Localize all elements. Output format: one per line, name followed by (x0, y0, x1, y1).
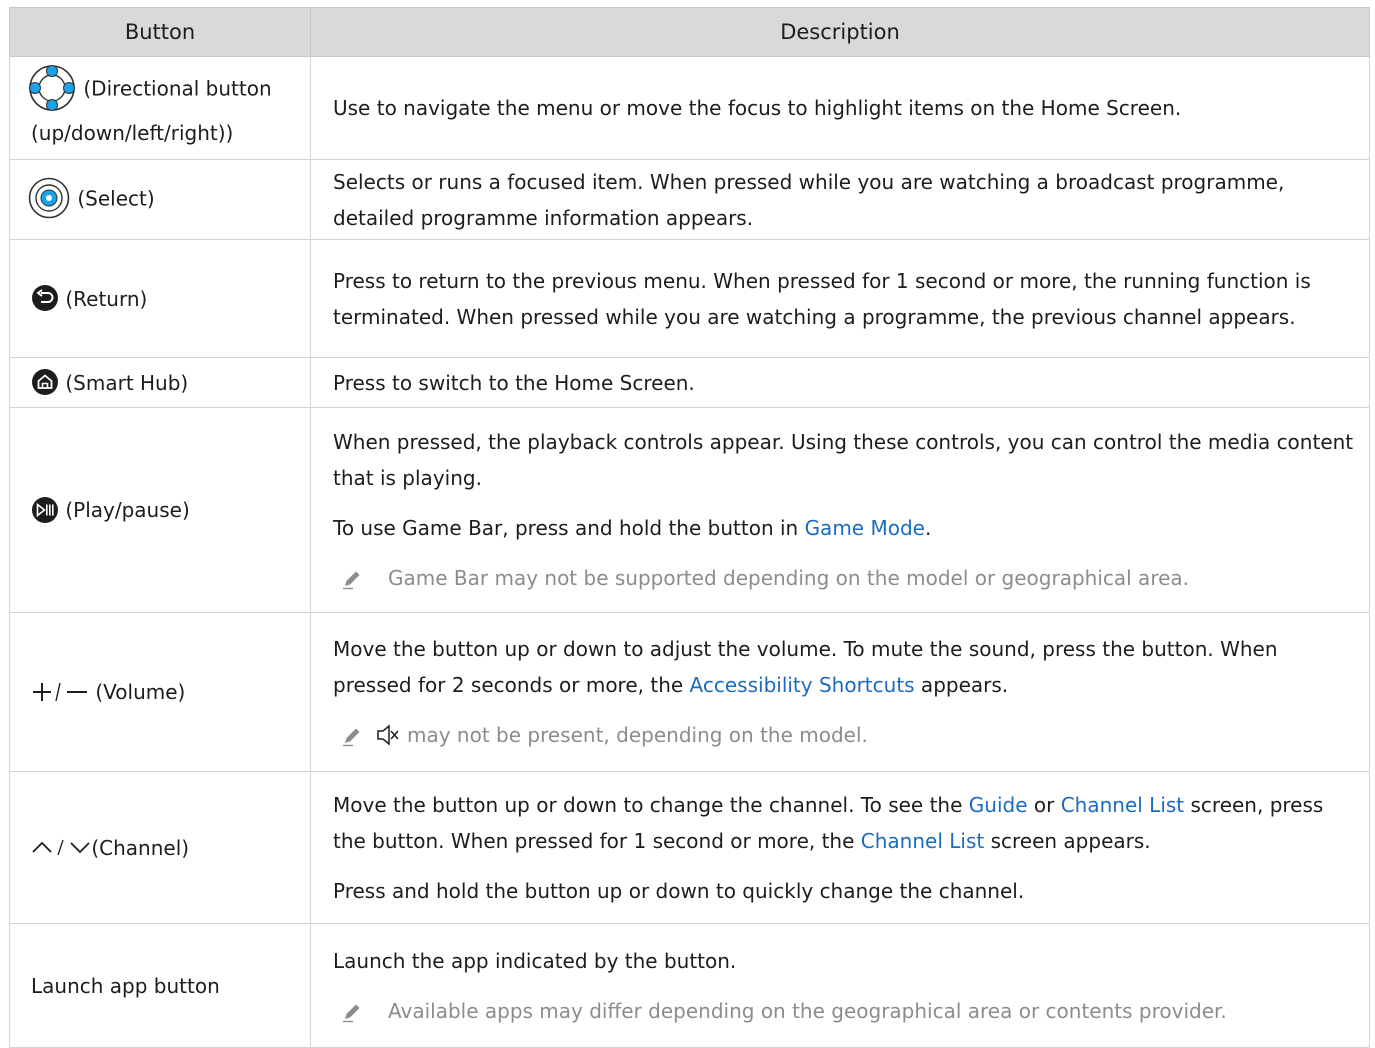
description-text-2: Press and hold the button up or down to … (333, 878, 1025, 903)
table-row: (Volume) Move the button up or down to a… (9, 612, 1370, 772)
button-label: (Channel) (91, 835, 190, 860)
button-label: (Smart Hub) (65, 370, 189, 395)
button-cell: (Channel) (9, 771, 311, 924)
description-cell: Press to switch to the Home Screen. (310, 357, 1370, 408)
note-text: may not be present, depending on the mod… (407, 723, 868, 747)
pencil-icon (341, 1001, 363, 1023)
channel-list-link[interactable]: Channel List (861, 829, 984, 853)
channel-up-down-icon (31, 837, 97, 857)
description-text-2: To use Game Bar, press and hold the butt… (333, 510, 1355, 546)
description-cell: Press to return to the previous menu. Wh… (310, 239, 1370, 358)
note-text: Available apps may differ depending on t… (388, 998, 1227, 1023)
description-text: Press to switch to the Home Screen. (333, 370, 695, 395)
button-label-continued: (up/down/left/right)) (31, 121, 234, 145)
button-label: (Volume) (95, 680, 186, 704)
button-label: (Select) (77, 186, 155, 210)
table-row: (Directional button (up/down/left/right)… (9, 56, 1370, 160)
description-cell: Use to navigate the menu or move the foc… (310, 56, 1370, 160)
play-pause-icon (31, 496, 59, 524)
table-row: (Select) Selects or runs a focused item.… (9, 159, 1370, 240)
button-cell: (Directional button (up/down/left/right)… (9, 56, 311, 160)
table-row: (Smart Hub) Press to switch to the Home … (9, 357, 1370, 408)
description-text: Move the button up or down to adjust the… (333, 631, 1355, 703)
description-text: Move the button up or down to change the… (333, 787, 1355, 859)
note: may not be present, depending on the mod… (333, 717, 1355, 753)
table-row: (Return) Press to return to the previous… (9, 239, 1370, 358)
table-row: (Channel) Move the button up or down to … (9, 771, 1370, 924)
button-cell: (Return) (9, 239, 311, 358)
description-text: Press to return to the previous menu. Wh… (333, 268, 1311, 329)
description-cell: When pressed, the playback controls appe… (310, 407, 1370, 613)
description-text-part: To use Game Bar, press and hold the butt… (333, 516, 805, 540)
button-cell: (Play/pause) (9, 407, 311, 613)
game-mode-link[interactable]: Game Mode (805, 516, 925, 540)
pencil-icon (341, 568, 363, 590)
description-cell: Launch the app indicated by the button. … (310, 923, 1370, 1048)
description-text-part: Move the button up or down to change the… (333, 792, 969, 817)
table-header-row: Button Description (9, 7, 1370, 57)
table-row: (Play/pause) When pressed, the playback … (9, 407, 1370, 613)
description-text: When pressed, the playback controls appe… (333, 430, 1354, 490)
button-cell: Launch app button (9, 923, 311, 1048)
description-text: Use to navigate the menu or move the foc… (333, 96, 1182, 120)
volume-plus-minus-icon (31, 681, 89, 703)
button-label: (Directional button (83, 76, 272, 101)
mute-icon (375, 723, 401, 747)
remote-buttons-table: Button Description (Directional button (… (9, 7, 1370, 1048)
button-cell: (Smart Hub) (9, 357, 311, 408)
description-cell: Move the button up or down to change the… (310, 771, 1370, 924)
button-label: (Play/pause) (65, 498, 190, 522)
note: Game Bar may not be supported depending … (333, 560, 1355, 596)
button-cell: (Select) (9, 159, 311, 240)
note: Available apps may differ depending on t… (333, 993, 1355, 1029)
guide-link[interactable]: Guide (969, 793, 1028, 817)
description-text: Selects or runs a focused item. When pre… (333, 169, 1285, 230)
description-cell: Selects or runs a focused item. When pre… (310, 159, 1370, 240)
home-icon (31, 368, 59, 396)
description-text-part: screen appears. (984, 828, 1151, 853)
accessibility-shortcuts-link[interactable]: Accessibility Shortcuts (690, 673, 915, 697)
description-cell: Move the button up or down to adjust the… (310, 612, 1370, 772)
button-label: Launch app button (31, 973, 220, 998)
header-description: Description (310, 7, 1370, 57)
description-text-part: appears. (914, 673, 1009, 697)
description-text-part: or (1027, 792, 1061, 817)
channel-list-link[interactable]: Channel List (1061, 793, 1184, 817)
pencil-icon (341, 725, 363, 747)
return-icon (31, 284, 59, 312)
header-button: Button (9, 7, 311, 57)
select-button-icon (27, 176, 71, 220)
description-text: Launch the app indicated by the button. (333, 948, 737, 973)
button-cell: (Volume) (9, 612, 311, 772)
table-row: Launch app button Launch the app indicat… (9, 923, 1370, 1048)
button-label: (Return) (65, 286, 148, 311)
description-text-part: . (924, 516, 932, 540)
note-text: Game Bar may not be supported depending … (388, 566, 1190, 590)
directional-pad-icon (27, 63, 77, 113)
